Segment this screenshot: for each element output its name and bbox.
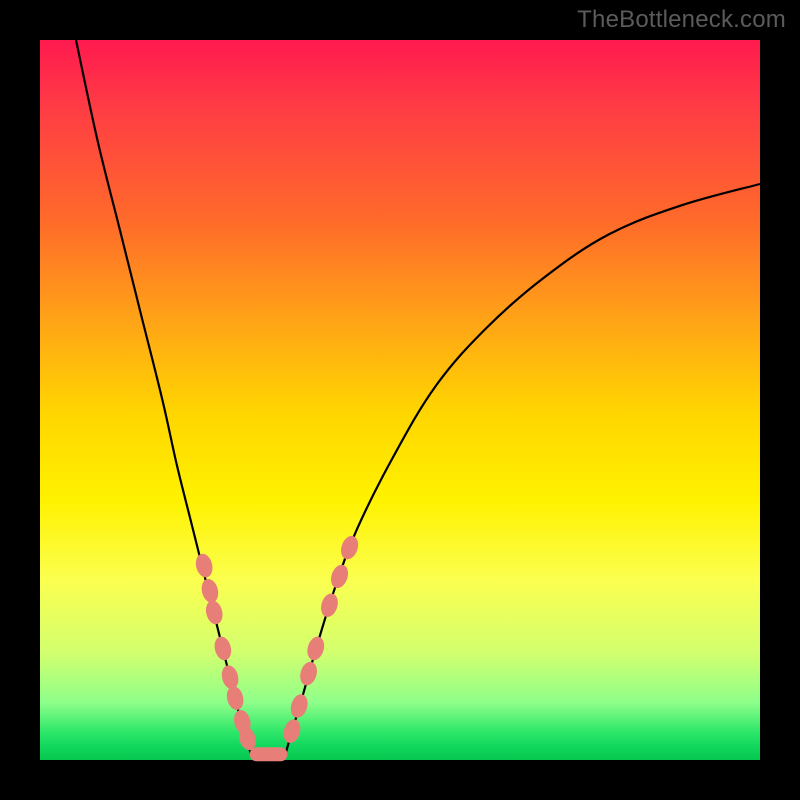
watermark-text: TheBottleneck.com	[577, 6, 786, 34]
marker-bead	[194, 553, 214, 579]
marker-bead	[298, 660, 319, 686]
marker-bead	[213, 635, 233, 661]
curve-right-group	[285, 184, 760, 756]
marker-bead	[200, 578, 220, 604]
flat-segment	[250, 748, 286, 761]
marker-bead	[289, 693, 310, 719]
marker-bead	[329, 563, 351, 590]
plot-area	[40, 40, 760, 760]
marker-bead	[204, 599, 224, 625]
marker-bead	[225, 685, 245, 711]
flat-segment-group	[250, 748, 286, 761]
chart-root: TheBottleneck.com	[0, 0, 800, 800]
curve-svg	[40, 40, 760, 760]
marker-bead	[220, 664, 240, 690]
marker-bead	[282, 718, 303, 744]
curve-right	[285, 184, 760, 756]
marker-bead	[305, 635, 326, 661]
marker-bead	[319, 592, 340, 618]
marker-bead	[339, 534, 361, 561]
markers-group	[194, 534, 360, 751]
